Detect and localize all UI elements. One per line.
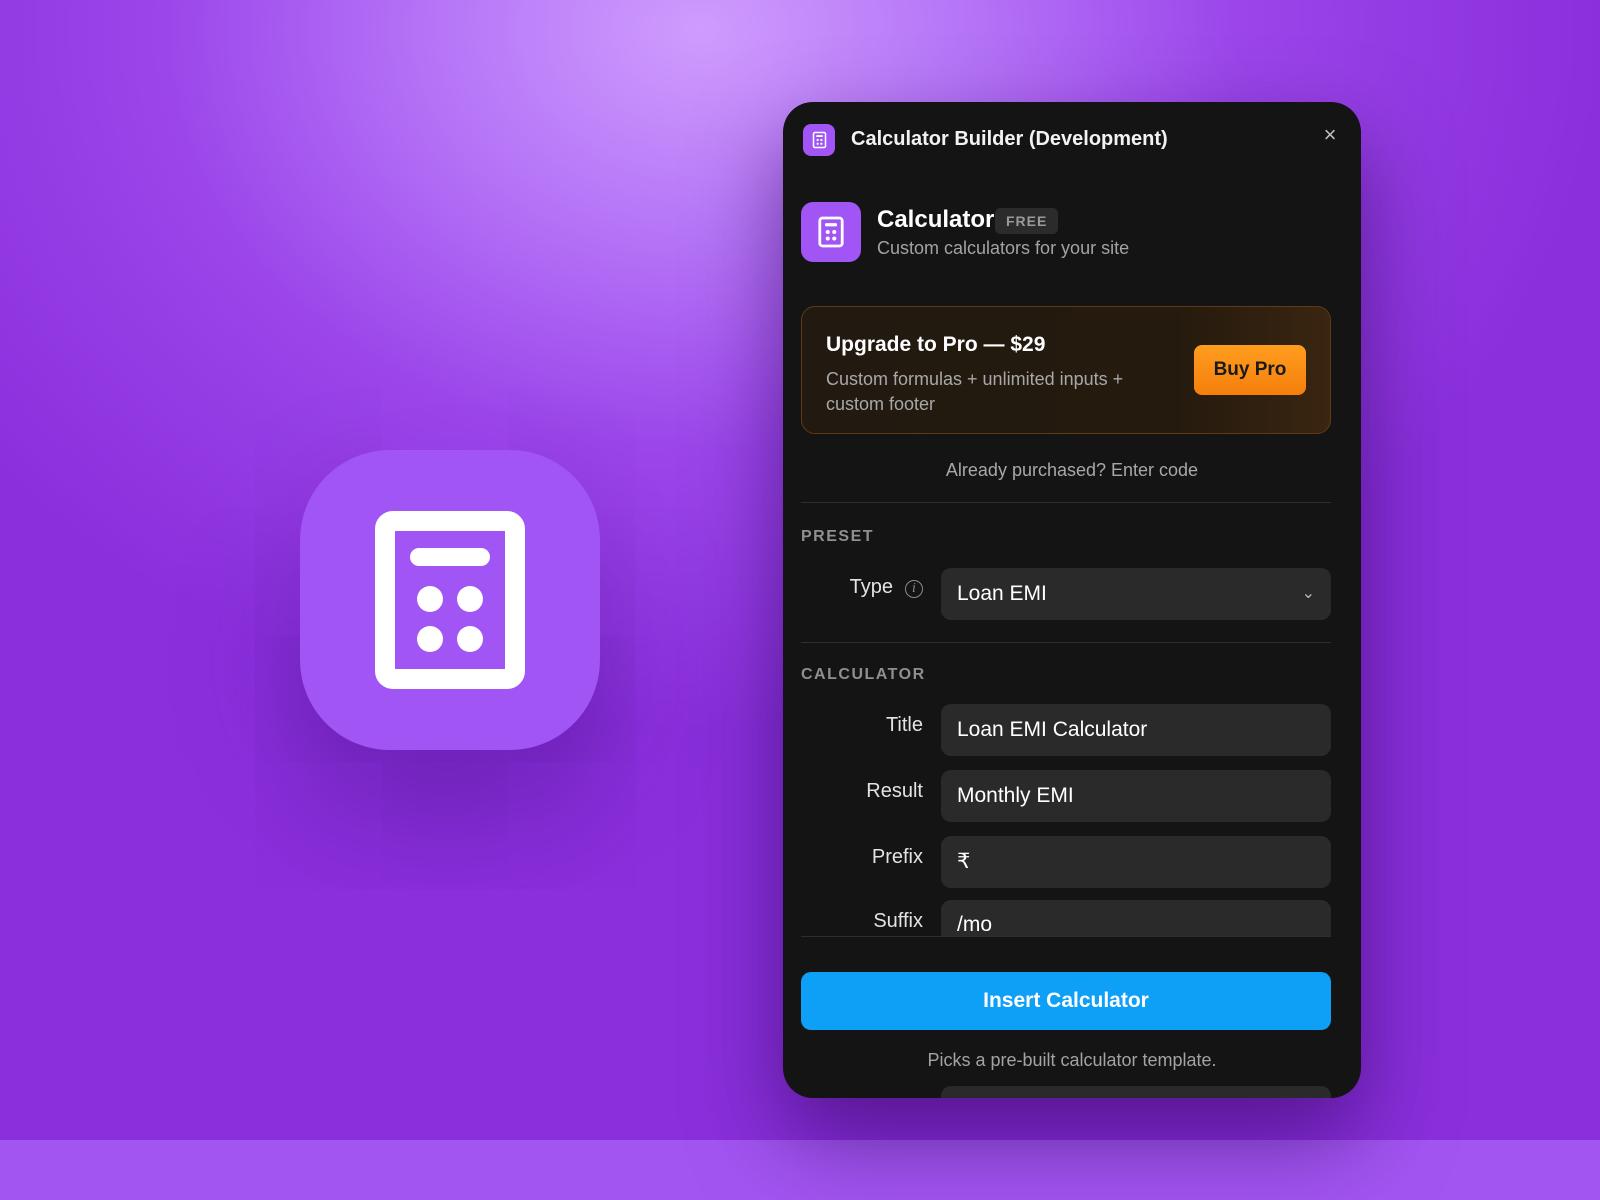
upgrade-description: Custom formulas + unlimited inputs + cus…: [826, 369, 1124, 414]
app-calculator-icon: [300, 450, 600, 750]
prefix-field-label: Prefix: [871, 846, 923, 868]
prefix-field[interactable]: ₹: [941, 836, 1331, 888]
insert-calculator-button[interactable]: Insert Calculator: [801, 972, 1331, 1030]
close-icon[interactable]: ×: [1317, 122, 1343, 148]
hint-text: Picks a pre-built calculator template.: [927, 1050, 1217, 1070]
title-field-label: Title: [885, 714, 923, 736]
result-field[interactable]: Monthly EMI: [941, 770, 1331, 822]
titlebar: Calculator Builder (Development) ×: [783, 102, 1361, 172]
enter-code-link[interactable]: Already purchased? Enter code: [783, 460, 1361, 481]
chevron-down-icon: ⌄: [1301, 585, 1315, 602]
window-title: Calculator Builder (Development): [851, 128, 1168, 150]
calculator-section-label: CALCULATOR: [801, 666, 926, 683]
plugin-window: Calculator Builder (Development) × Calcu…: [783, 102, 1361, 1098]
divider: [801, 642, 1331, 643]
background-strip: [0, 1140, 1600, 1200]
calculator-icon: [801, 202, 861, 262]
buy-pro-button[interactable]: Buy Pro: [1194, 345, 1306, 395]
upgrade-banner: Upgrade to Pro — $29 Custom formulas + u…: [801, 306, 1331, 434]
plugin-subtitle: Custom calculators for your site: [877, 238, 1130, 258]
calculator-icon: [803, 124, 835, 156]
clipped-field: [941, 1086, 1331, 1098]
calculator-icon: [375, 511, 525, 689]
divider: [801, 502, 1331, 503]
preset-section-label: PRESET: [801, 528, 875, 545]
preset-type-select[interactable]: Loan EMI ⌄: [941, 568, 1331, 620]
suffix-field[interactable]: /mo: [941, 900, 1331, 936]
result-field-label: Result: [866, 780, 923, 802]
info-icon[interactable]: i: [905, 580, 923, 598]
divider: [801, 936, 1331, 937]
title-field[interactable]: Loan EMI Calculator: [941, 704, 1331, 756]
upgrade-title: Upgrade to Pro — $29: [826, 333, 1046, 356]
suffix-field-label: Suffix: [873, 910, 923, 932]
type-label: Type: [849, 576, 893, 598]
preset-type-value: Loan EMI: [957, 582, 1047, 605]
plugin-header: Calculator FREE Custom calculators for y…: [801, 202, 1343, 266]
free-badge: FREE: [995, 208, 1059, 234]
plugin-name: Calculator: [877, 206, 995, 233]
